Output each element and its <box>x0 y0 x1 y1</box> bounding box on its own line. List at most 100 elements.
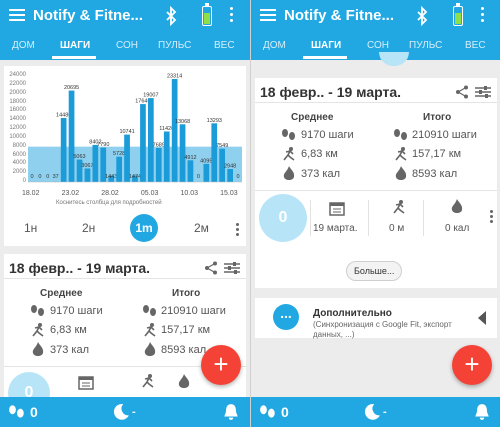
divider <box>368 200 369 236</box>
tab-weight[interactable]: ВЕС <box>214 40 235 51</box>
total-steps: 210910 шаги <box>161 305 226 317</box>
zoom-2w[interactable]: 2н <box>82 221 95 235</box>
chart-bar <box>203 163 210 182</box>
average-label: Среднее <box>291 112 334 123</box>
bell-icon[interactable] <box>473 403 491 421</box>
today-steps-circle[interactable]: 0 <box>259 194 307 242</box>
screen-right: Notify & Fitne... ДОМ ШАГИ СОН ПУЛЬС ВЕС… <box>250 0 500 427</box>
tab-steps[interactable]: ШАГИ <box>60 40 90 51</box>
y-tick-label: 2000 <box>12 169 26 176</box>
bar-value-label: 23314 <box>167 74 182 80</box>
bar-value-label: 4912 <box>184 155 196 161</box>
moon-icon <box>364 403 380 420</box>
bar-value-label: 2948 <box>224 164 236 170</box>
bottom-bar: 0 - <box>0 397 250 427</box>
app-bar: Notify & Fitne... <box>0 0 250 32</box>
hamburger-icon[interactable] <box>260 9 276 21</box>
average-calories: 373 кал <box>50 344 89 356</box>
additional-card[interactable]: ... Дополнительно (Синхронизация с Googl… <box>255 298 497 339</box>
tab-weight[interactable]: ВЕС <box>465 40 486 51</box>
footprints-icon <box>282 129 295 140</box>
bell-icon[interactable] <box>222 403 240 421</box>
calendar-icon[interactable] <box>329 200 345 216</box>
total-distance: 157,17 км <box>412 148 462 160</box>
divider <box>255 102 497 103</box>
chart-bar <box>155 148 162 182</box>
bar-value-label: 7689 <box>153 143 165 149</box>
share-icon[interactable] <box>455 85 469 99</box>
runner-icon <box>142 374 154 388</box>
sliders-icon[interactable] <box>224 261 240 275</box>
tab-home[interactable]: ДОМ <box>12 40 35 51</box>
tab-sleep[interactable]: СОН <box>367 40 389 51</box>
battery-icon <box>202 3 212 26</box>
tab-home[interactable]: ДОМ <box>263 40 286 51</box>
chart-bar <box>148 98 154 182</box>
today-distance: 0 м <box>389 223 405 234</box>
bar-value-label: 5728 <box>113 151 125 157</box>
more-button[interactable]: Больше... <box>346 261 403 281</box>
y-tick-label: 0 <box>22 178 26 184</box>
tab-pulse[interactable]: ПУЛЬС <box>158 40 191 51</box>
app-title: Notify & Fitne... <box>284 7 394 24</box>
y-tick-label: 14000 <box>9 116 26 123</box>
total-calories: 8593 кал <box>412 168 458 180</box>
bar-value-label: 20695 <box>64 85 79 91</box>
tab-pulse[interactable]: ПУЛЬС <box>409 40 442 51</box>
y-tick-label: 20000 <box>9 89 26 96</box>
footprints-icon <box>260 405 275 418</box>
add-fab[interactable]: + <box>201 345 241 385</box>
steps-chart-card: 0 0 0 37 14486 20695 5063 3067 8402 7790 1443 5728 1… <box>4 66 246 246</box>
steps-bar-chart[interactable]: 0 0 0 3714486206955063306784027790144357281… <box>4 66 246 198</box>
tab-sleep[interactable]: СОН <box>116 40 138 51</box>
average-distance: 6,83 км <box>301 148 338 160</box>
chart-menu-icon[interactable] <box>236 223 239 237</box>
bluetooth-icon <box>417 6 428 26</box>
divider <box>423 200 424 236</box>
divider <box>4 278 246 279</box>
bar-value-label: 37 <box>53 174 59 180</box>
bottom-bar: 0 - <box>251 397 500 427</box>
bluetooth-icon <box>166 6 177 26</box>
calendar-icon[interactable] <box>78 374 94 390</box>
tab-steps[interactable]: ШАГИ <box>311 40 341 51</box>
flame-icon <box>144 342 156 356</box>
y-tick-label: 24000 <box>9 72 26 78</box>
screen-left: Notify & Fitne... ДОМ ШАГИ СОН ПУЛЬС ВЕС… <box>0 0 250 427</box>
share-icon[interactable] <box>204 261 218 275</box>
additional-title: Дополнительно <box>313 308 392 319</box>
chart-bar <box>227 169 233 182</box>
tab-bar: ДОМ ШАГИ СОН ПУЛЬС ВЕС <box>0 32 250 60</box>
triangle-left-icon[interactable] <box>477 310 487 326</box>
bar-value-label: 0 <box>30 174 33 180</box>
bar-value-label: 13068 <box>175 119 190 125</box>
y-tick-label: 16000 <box>9 107 26 114</box>
y-tick-label: 6000 <box>12 151 26 158</box>
flame-icon <box>178 374 190 388</box>
chart-bar <box>211 123 218 182</box>
divider <box>310 200 311 236</box>
bottom-steps-count: 0 <box>30 404 38 420</box>
chart-bar <box>60 118 67 182</box>
zoom-1m[interactable]: 1m <box>130 214 158 242</box>
sliders-icon[interactable] <box>475 85 491 99</box>
average-label: Среднее <box>40 288 83 299</box>
vertical-dots-icon[interactable] <box>481 7 485 25</box>
zoom-1w[interactable]: 1н <box>24 221 37 235</box>
runner-icon <box>32 323 44 337</box>
zoom-2m[interactable]: 2м <box>194 221 209 235</box>
vertical-dots-icon[interactable] <box>230 7 234 25</box>
average-steps: 9170 шаги <box>301 129 354 141</box>
x-tick-label: 28.02 <box>101 190 119 197</box>
add-fab[interactable]: + <box>452 345 492 385</box>
battery-icon <box>453 3 463 26</box>
period-title: 18 февр.. - 19 марта. <box>260 84 402 100</box>
hamburger-icon[interactable] <box>9 9 25 21</box>
chart-bar <box>84 168 91 182</box>
chart-bar <box>187 160 194 182</box>
today-menu-icon[interactable] <box>490 210 493 224</box>
chart-bar <box>163 131 170 182</box>
chart-hint: Коснитесь столбца для подробностей <box>56 200 162 206</box>
x-tick-label: 05.03 <box>140 190 159 197</box>
bar-value-label: 0 <box>46 174 49 180</box>
